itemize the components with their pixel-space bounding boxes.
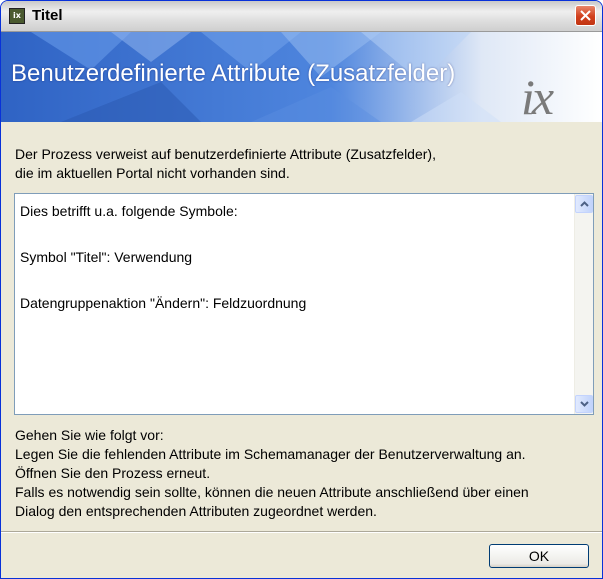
details-content: Dies betrifft u.a. folgende Symbole: Sym…	[20, 200, 571, 315]
scroll-up-button[interactable]	[575, 195, 593, 213]
scroll-down-button[interactable]	[575, 395, 593, 413]
header-banner: Benutzerdefinierte Attribute (Zusatzfeld…	[1, 32, 602, 122]
instruction-line: Falls es notwendig sein sollte, können d…	[15, 484, 529, 500]
intro-line: die im aktuellen Portal nicht vorhanden …	[15, 165, 290, 181]
title-bar[interactable]: ix Titel	[1, 1, 602, 32]
instruction-line: Öffnen Sie den Prozess erneut.	[15, 465, 211, 481]
chevron-down-icon	[580, 401, 589, 407]
close-button[interactable]	[575, 5, 596, 26]
vertical-scrollbar[interactable]	[574, 194, 593, 414]
details-line: Dies betrifft u.a. folgende Symbole:	[20, 203, 238, 219]
dialog-window: ix Titel Benutzerdefinierte Attribute (Z…	[0, 0, 603, 579]
intro-line: Der Prozess verweist auf benutzerdefinie…	[15, 146, 436, 162]
instruction-line: Legen Sie die fehlenden Attribute im Sch…	[15, 446, 526, 462]
details-textbox[interactable]: Dies betrifft u.a. folgende Symbole: Sym…	[14, 193, 594, 415]
instructions-text: Gehen Sie wie folgt vor: Legen Sie die f…	[15, 426, 600, 521]
details-line: Symbol "Titel": Verwendung	[20, 249, 193, 265]
instruction-line: Gehen Sie wie folgt vor:	[15, 427, 164, 443]
close-icon	[580, 10, 591, 21]
instruction-line: Dialog den entsprechenden Attributen zug…	[15, 503, 377, 519]
details-line	[20, 269, 571, 292]
ix-logo: ix	[521, 69, 554, 122]
footer-divider-highlight	[1, 532, 602, 533]
app-icon: ix	[9, 8, 25, 24]
window-title: Titel	[32, 7, 63, 24]
chevron-up-icon	[580, 201, 589, 207]
intro-text: Der Prozess verweist auf benutzerdefinie…	[15, 145, 595, 183]
details-line	[20, 223, 571, 246]
ok-button[interactable]: OK	[489, 544, 589, 568]
banner-title: Benutzerdefinierte Attribute (Zusatzfeld…	[11, 60, 456, 87]
details-line: Datengruppenaktion "Ändern": Feldzuordnu…	[20, 295, 307, 311]
